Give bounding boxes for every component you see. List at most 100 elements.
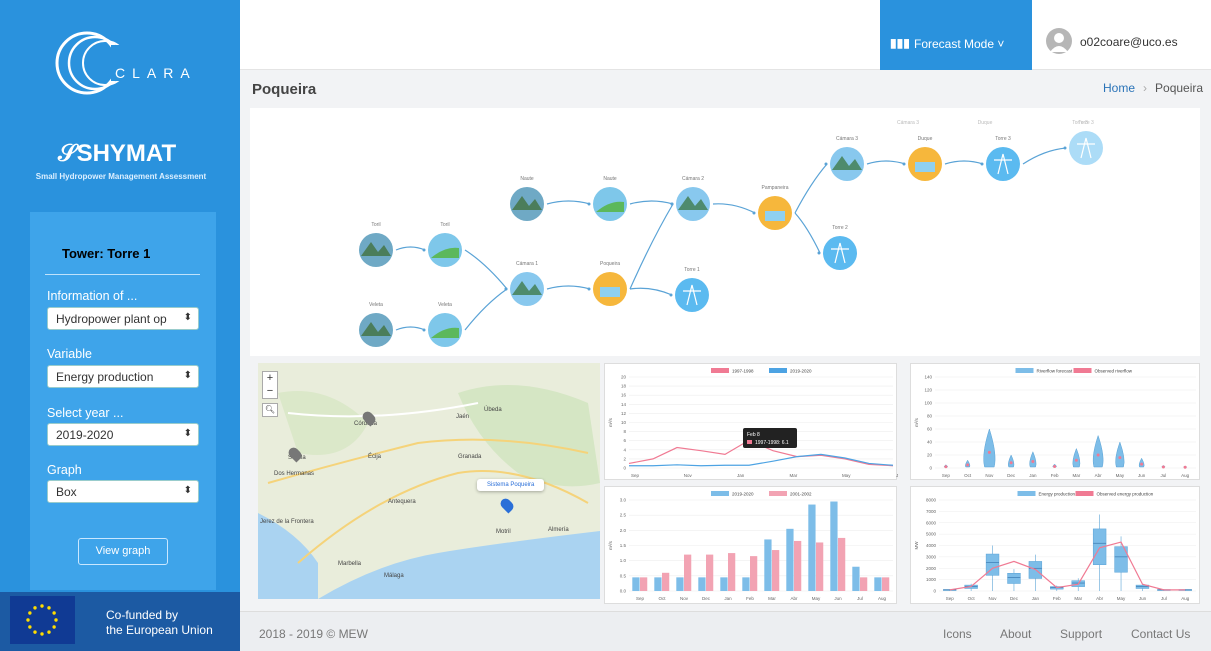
ghost-node-label: Cámara 3 (897, 120, 919, 126)
flow-arrow (629, 287, 673, 296)
x-tick-label: Feb (1051, 473, 1059, 478)
map[interactable]: CórdobaSevillaJaénGranadaMálagaMarbellaA… (258, 363, 600, 599)
map-popup[interactable]: Sistema Poqueira (477, 479, 545, 491)
arrow-head (1063, 146, 1067, 150)
y-tick-label: 7000 (926, 509, 937, 514)
lake-node-icon (510, 272, 544, 306)
footer-link-support[interactable]: Support (1060, 627, 1102, 641)
y-tick-label: 3.0 (620, 498, 627, 503)
tower-node-icon (1069, 131, 1103, 165)
user-avatar[interactable] (1046, 28, 1072, 54)
forecast-mode-label: Forecast Mode (914, 37, 995, 51)
box (1007, 573, 1021, 584)
x-tick-label: Feb (746, 596, 754, 601)
legend-swatch (1073, 368, 1092, 373)
series-line (629, 453, 894, 467)
variable-select[interactable]: Energy production ⬍ (47, 365, 199, 388)
node-label: Torre 3 (995, 136, 1011, 142)
bar (728, 553, 736, 591)
observed-point (1183, 465, 1187, 469)
river-node-icon (593, 187, 627, 221)
x-tick-label: Mar (768, 596, 776, 601)
zoom-controls: + − (262, 371, 278, 399)
legend-label: Observed energy production (1097, 492, 1154, 497)
zoom-out-button[interactable]: − (263, 385, 277, 398)
footer-link-about[interactable]: About (1000, 627, 1031, 641)
x-tick-label: Nov (989, 596, 998, 601)
user-email[interactable]: o02coare@uco.es (1080, 35, 1178, 49)
x-tick-label: Nov (684, 473, 693, 478)
node-label: Naute (603, 176, 617, 182)
forecast-mode-dropdown[interactable]: ▮▮▮ Forecast Mode ˅ (880, 0, 1032, 70)
graph-select[interactable]: Box ⬍ (47, 480, 199, 503)
x-tick-label: Jun (1139, 596, 1147, 601)
y-tick-label: 20 (621, 375, 627, 380)
footer-link-contact[interactable]: Contact Us (1131, 627, 1190, 641)
x-tick-label: Nov (985, 473, 994, 478)
arrow-head (587, 202, 591, 206)
x-tick-label: Aug (878, 596, 887, 601)
x-tick-label: Jun (1138, 473, 1146, 478)
x-tick-label: Sep (942, 473, 951, 478)
x-tick-label: Nov (680, 596, 689, 601)
information-select[interactable]: Hydropower plant op ⬍ (47, 307, 199, 330)
map-place-label: Málaga (384, 573, 404, 579)
select-caret-icon: ⬍ (183, 312, 192, 323)
y-tick-label: 2000 (926, 566, 937, 571)
bar (662, 572, 670, 591)
panel-divider (45, 274, 200, 275)
violin (1115, 441, 1125, 468)
y-tick-label: 2.5 (620, 513, 627, 518)
zoom-in-button[interactable]: + (263, 372, 277, 385)
footer-link-icons[interactable]: Icons (943, 627, 972, 641)
bar (772, 550, 780, 591)
y-tick-label: 10 (621, 420, 627, 425)
x-tick-label: Sep (631, 473, 640, 478)
x-tick-label: Jul (857, 596, 863, 601)
y-tick-label: 1000 (926, 577, 937, 582)
x-tick-label: Oct (658, 596, 666, 601)
bar (742, 577, 750, 591)
map-place-label: Marbella (338, 561, 362, 567)
x-tick-label: Abr (1095, 473, 1103, 478)
node-label: Naute (520, 176, 534, 182)
bar (830, 501, 838, 591)
bar (632, 577, 640, 591)
flow-arrow (395, 246, 426, 251)
bar (882, 577, 890, 591)
arrow-head (817, 251, 821, 255)
x-tick-label: Abr (790, 596, 798, 601)
breadcrumb: Home › Poqueira (1103, 81, 1203, 95)
y-tick-label: 4000 (926, 543, 937, 548)
view-graph-button[interactable]: View graph (78, 538, 168, 565)
flow-arrow (546, 200, 591, 205)
bar (750, 556, 758, 591)
legend-swatch (769, 368, 787, 373)
tower-node-icon (986, 147, 1020, 181)
brand-title: 𝒮SHYMAT (58, 140, 177, 167)
observed-point (1074, 458, 1078, 462)
x-tick-label: Jan (737, 473, 745, 478)
node-label: Torre 2 (832, 225, 848, 231)
arrow-head (902, 162, 906, 166)
arrow-head (504, 287, 508, 291)
bar (676, 577, 684, 591)
observed-point (1096, 453, 1100, 457)
violin (1029, 451, 1037, 468)
bar (794, 540, 802, 591)
year-select[interactable]: 2019-2020 ⬍ (47, 423, 199, 446)
y-tick-label: 6 (623, 438, 626, 443)
search-icon[interactable]: 🔍︎ (262, 403, 278, 417)
variable-label: Variable (47, 347, 92, 361)
bar (852, 566, 860, 591)
select-caret-icon: ⬍ (183, 485, 192, 496)
page-title: Poqueira (252, 81, 317, 98)
bar (874, 577, 882, 591)
x-tick-label: Jul (1160, 473, 1166, 478)
bar (654, 577, 662, 591)
mountain-node-icon (359, 313, 393, 347)
y-tick-label: 4 (623, 447, 626, 452)
breadcrumb-home[interactable]: Home (1103, 81, 1135, 95)
x-tick-label: Jan (1032, 596, 1040, 601)
node-label: Duque (918, 136, 933, 142)
